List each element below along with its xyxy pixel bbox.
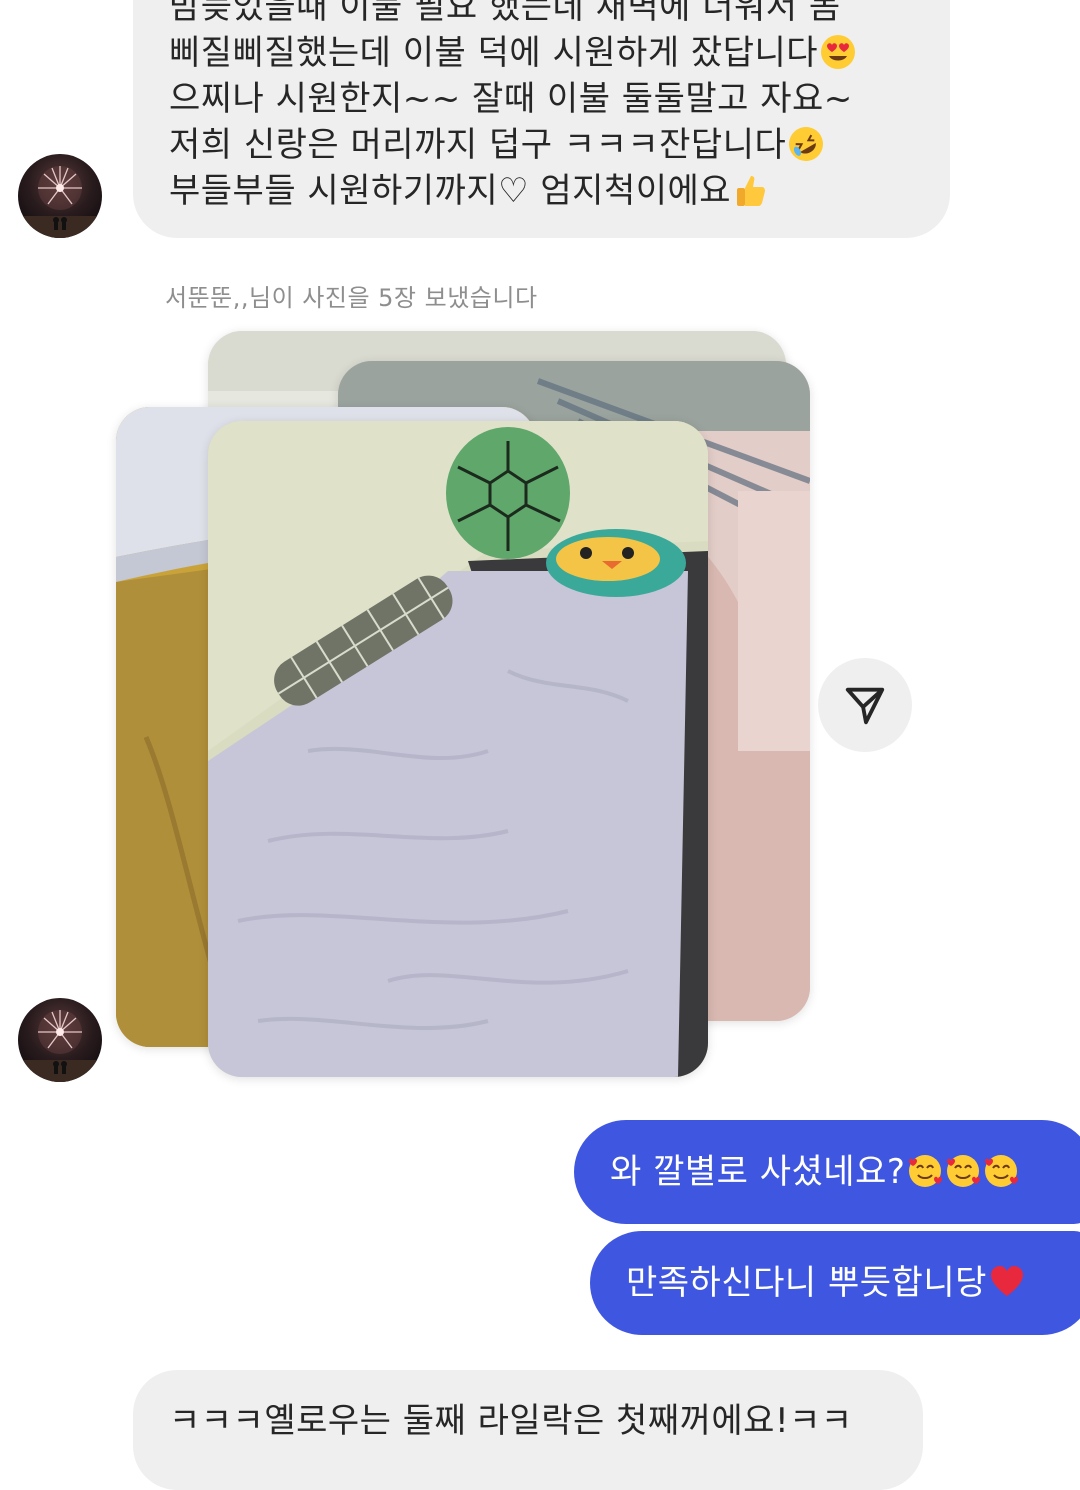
incoming-message-bubble[interactable]: 밤늦었을때 이불 필요 했는데 새벽에 더워서 몸 삐질삐질했는데 이불 덕에 … [133, 0, 950, 238]
message-line: 삐질삐질했는데 이불 덕에 시원하게 잤답니다 [169, 30, 950, 76]
smiling-hearts-emoji-icon [907, 1153, 943, 1189]
heart-eyes-emoji-icon [820, 34, 856, 70]
smiling-hearts-emoji-icon [945, 1153, 981, 1189]
fireworks-avatar-image [18, 166, 102, 238]
outgoing-message-bubble[interactable]: 만족하신다니 뿌듯합니당 [590, 1231, 1080, 1335]
fireworks-avatar-image [18, 1010, 102, 1082]
message-line: 부들부들 시원하기까지♡ 엄지척이에요 [169, 168, 950, 214]
message-text: 와 깔별로 사셨네요? [610, 1152, 906, 1192]
message-line-clipped: 밤늦었을때 이불 필요 했는데 새벽에 더워서 몸 [169, 0, 841, 27]
rolling-laughing-emoji-icon [788, 126, 824, 162]
sender-avatar[interactable] [18, 998, 102, 1082]
incoming-message-bubble[interactable]: ㅋㅋㅋ옐로우는 둘째 라일락은 첫째꺼에요!ㅋㅋ [133, 1370, 923, 1490]
photo-notice: 서뚠뚠,,님이 사진을 5장 보냈습니다 [165, 284, 538, 312]
outgoing-message-bubble[interactable]: 와 깔별로 사셨네요? [574, 1120, 1080, 1224]
message-line: 으찌나 시원한지~~ 잘때 이불 둘둘말고 자요~ [169, 79, 853, 119]
red-heart-emoji-icon [989, 1264, 1025, 1300]
send-icon [845, 687, 885, 725]
message-line: 저희 신랑은 머리까지 덥구 ㅋㅋㅋ잔답니다 [169, 122, 950, 168]
sender-avatar[interactable] [18, 154, 102, 238]
message-text: 삐질삐질했는데 이불 덕에 시원하게 잤답니다 [169, 33, 819, 73]
smiling-hearts-emoji-icon [983, 1153, 1019, 1189]
message-text: 부들부들 시원하기까지♡ 엄지척이에요 [169, 171, 732, 211]
photo-album-stack[interactable] [110, 325, 830, 1085]
thumbs-up-emoji-icon [733, 172, 769, 208]
share-button[interactable] [818, 658, 912, 752]
message-text: 만족하신다니 뿌듯합니당 [626, 1263, 987, 1303]
message-line: ㅋㅋㅋ옐로우는 둘째 라일락은 첫째꺼에요!ㅋㅋ [169, 1401, 853, 1441]
photo-card-bed-lilac-blanket[interactable] [208, 421, 708, 1077]
message-text: 저희 신랑은 머리까지 덥구 ㅋㅋㅋ잔답니다 [169, 125, 787, 165]
